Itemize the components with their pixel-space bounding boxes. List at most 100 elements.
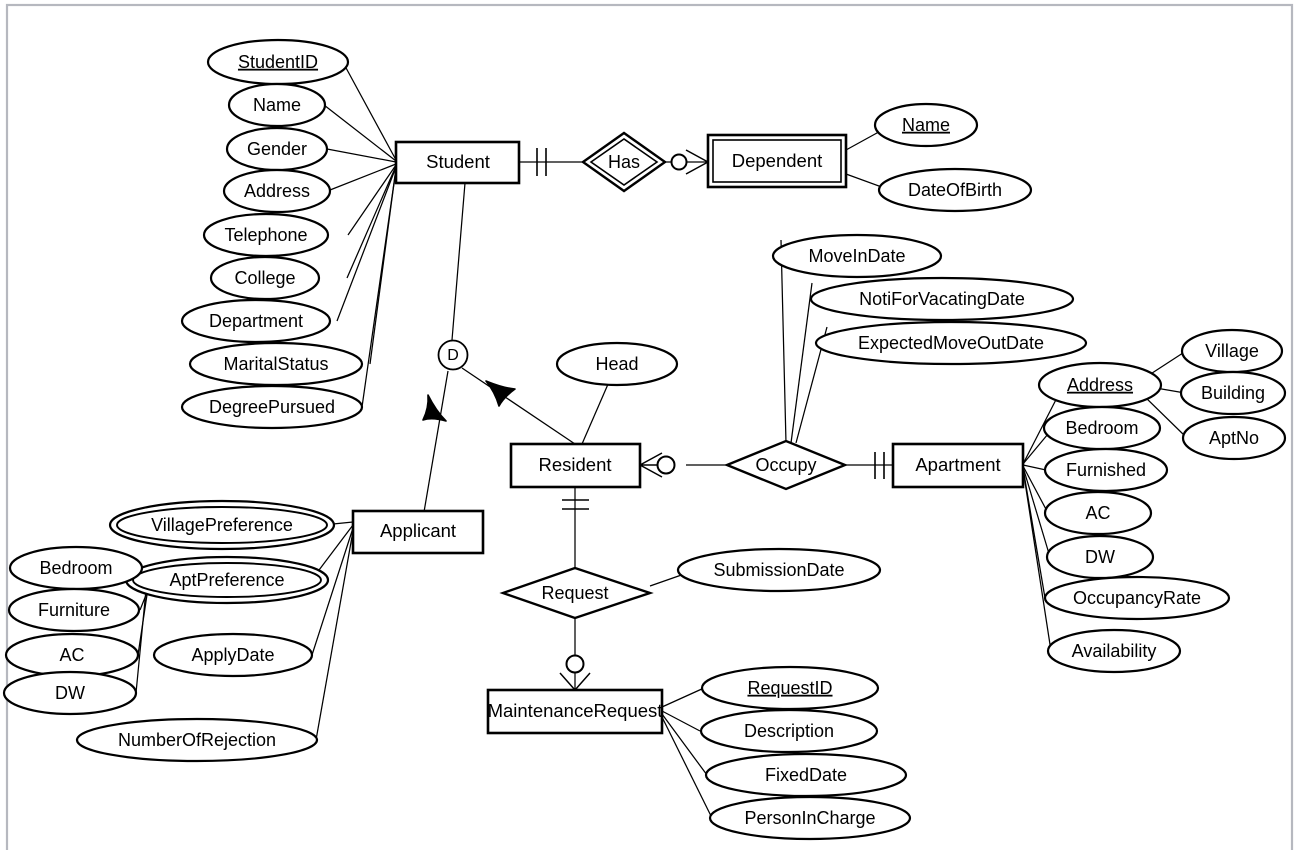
- attribute-aptpref-dw-label: DW: [55, 683, 85, 703]
- edge-student-studentid: [344, 65, 397, 161]
- attribute-aptpref-dw[interactable]: DW: [2, 670, 138, 716]
- attribute-mr-fixeddate[interactable]: FixedDate: [704, 752, 908, 798]
- relationship-occupy[interactable]: Occupy: [723, 439, 849, 491]
- attribute-applicant-applydate-label: ApplyDate: [191, 645, 274, 665]
- attribute-apartment-occupancyrate-label: OccupancyRate: [1073, 588, 1201, 608]
- edge-student-disjoint: [451, 182, 466, 341]
- attribute-mr-fixeddate-label: FixedDate: [765, 765, 847, 785]
- attribute-apartment-availability[interactable]: Availability: [1046, 628, 1182, 674]
- entity-apartment[interactable]: Apartment: [891, 442, 1025, 489]
- subtype-arrow-resident: [485, 380, 516, 407]
- attribute-request-submissiondate-label: SubmissionDate: [713, 560, 844, 580]
- attribute-dependent-name[interactable]: Name: [873, 102, 979, 148]
- attribute-apartment-ac[interactable]: AC: [1043, 490, 1153, 536]
- attribute-address-village-label: Village: [1205, 341, 1259, 361]
- attribute-apartment-dw[interactable]: DW: [1045, 534, 1155, 580]
- attribute-apartment-address-label: Address: [1067, 375, 1133, 395]
- attribute-occupy-expectedmoveoutdate-label: ExpectedMoveOutDate: [858, 333, 1044, 353]
- entity-dependent[interactable]: Dependent: [706, 133, 848, 189]
- attribute-aptpref-ac[interactable]: AC: [4, 632, 140, 678]
- edge-mr-requestid: [661, 687, 705, 708]
- attribute-apartment-availability-label: Availability: [1072, 641, 1157, 661]
- attribute-request-submissiondate[interactable]: SubmissionDate: [676, 547, 882, 593]
- attribute-aptpref-furniture-label: Furniture: [38, 600, 110, 620]
- relationship-request-label: Request: [541, 583, 608, 603]
- attribute-student-degreepursued[interactable]: DegreePursued: [180, 384, 364, 430]
- attribute-aptpref-ac-label: AC: [59, 645, 84, 665]
- edge-occupy-moveindate: [780, 239, 787, 444]
- edge-student-address: [329, 163, 397, 191]
- attribute-aptpref-furniture[interactable]: Furniture: [7, 587, 141, 633]
- edge-disjoint-resident: [461, 367, 576, 445]
- attribute-applicant-numberofrejection-label: NumberOfRejection: [118, 730, 276, 750]
- entity-applicant-label: Applicant: [380, 520, 456, 541]
- attribute-applicant-numberofrejection[interactable]: NumberOfRejection: [75, 717, 319, 763]
- attribute-apartment-bedroom[interactable]: Bedroom: [1042, 405, 1162, 451]
- attribute-student-address-label: Address: [244, 181, 310, 201]
- attribute-address-building-label: Building: [1201, 383, 1265, 403]
- attribute-student-gender[interactable]: Gender: [225, 126, 329, 172]
- attribute-apartment-dw-label: DW: [1085, 547, 1115, 567]
- attribute-student-name[interactable]: Name: [227, 82, 327, 128]
- edge-student-name: [323, 104, 397, 162]
- relationship-occupy-label: Occupy: [755, 455, 816, 475]
- entity-maintenancerequest[interactable]: MaintenanceRequest: [486, 688, 664, 735]
- edge-student-department: [336, 166, 397, 322]
- attribute-student-gender-label: Gender: [247, 139, 307, 159]
- attribute-occupy-moveindate-label: MoveInDate: [808, 246, 905, 266]
- relationship-has[interactable]: Has: [580, 131, 668, 193]
- attribute-student-address[interactable]: Address: [222, 168, 332, 214]
- attribute-student-department-label: Department: [209, 311, 303, 331]
- attribute-student-department[interactable]: Department: [180, 298, 332, 344]
- attribute-applicant-applydate[interactable]: ApplyDate: [152, 632, 314, 678]
- edge-applicant-applydate: [311, 527, 354, 656]
- entity-student[interactable]: Student: [394, 140, 521, 185]
- attribute-student-degreepursued-label: DegreePursued: [209, 397, 335, 417]
- attribute-student-telephone[interactable]: Telephone: [202, 212, 330, 258]
- attribute-apartment-address[interactable]: Address: [1037, 361, 1163, 409]
- attribute-apartment-furnished[interactable]: Furnished: [1043, 447, 1169, 493]
- attribute-student-name-label: Name: [253, 95, 301, 115]
- attribute-occupy-moveindate[interactable]: MoveInDate: [771, 233, 943, 279]
- attribute-student-college-label: College: [234, 268, 295, 288]
- er-diagram-canvas: D Student Dependent Applicant Resident A…: [0, 0, 1306, 850]
- attribute-aptpref-bedroom[interactable]: Bedroom: [8, 545, 144, 591]
- optional-circle-dependent: [670, 153, 688, 171]
- attribute-mr-personincharge-label: PersonInCharge: [744, 808, 875, 828]
- attribute-occupy-notiforvacatingdate-label: NotiForVacatingDate: [859, 289, 1025, 309]
- attribute-address-building[interactable]: Building: [1179, 370, 1287, 416]
- attribute-dependent-dateofbirth[interactable]: DateOfBirth: [877, 167, 1033, 213]
- attribute-apartment-bedroom-label: Bedroom: [1065, 418, 1138, 438]
- attribute-aptpref-bedroom-label: Bedroom: [39, 558, 112, 578]
- er-diagram-svg: D Student Dependent Applicant Resident A…: [2, 3, 1294, 850]
- entity-dependent-label: Dependent: [732, 150, 823, 171]
- attribute-occupy-expectedmoveoutdate[interactable]: ExpectedMoveOutDate: [814, 320, 1088, 366]
- attribute-applicant-villagepreference-label: VillagePreference: [151, 515, 293, 535]
- attribute-resident-head-label: Head: [595, 354, 638, 374]
- attribute-student-maritalstatus[interactable]: MaritalStatus: [188, 341, 364, 387]
- attribute-applicant-aptpreference[interactable]: AptPreference: [124, 555, 330, 605]
- attribute-student-college[interactable]: College: [209, 255, 321, 301]
- relationship-request[interactable]: Request: [499, 566, 654, 620]
- attribute-mr-requestid[interactable]: RequestID: [700, 665, 880, 711]
- attribute-applicant-villagepreference[interactable]: VillagePreference: [108, 499, 336, 551]
- attribute-student-studentid[interactable]: StudentID: [206, 38, 350, 86]
- attribute-mr-description[interactable]: Description: [699, 708, 879, 754]
- attribute-applicant-aptpreference-label: AptPreference: [169, 570, 284, 590]
- disjoint-label: D: [447, 347, 459, 364]
- entity-resident[interactable]: Resident: [509, 442, 642, 489]
- entity-apartment-label: Apartment: [915, 454, 1000, 475]
- attribute-mr-personincharge[interactable]: PersonInCharge: [708, 795, 912, 841]
- attribute-occupy-notiforvacatingdate[interactable]: NotiForVacatingDate: [809, 276, 1075, 322]
- attribute-address-aptno[interactable]: AptNo: [1181, 415, 1287, 461]
- attribute-apartment-occupancyrate[interactable]: OccupancyRate: [1043, 575, 1231, 621]
- entity-applicant[interactable]: Applicant: [351, 509, 485, 555]
- attribute-address-village[interactable]: Village: [1180, 328, 1284, 374]
- entity-resident-label: Resident: [538, 454, 611, 475]
- edge-apartment-furnished: [1022, 464, 1047, 471]
- attribute-resident-head[interactable]: Head: [555, 341, 679, 387]
- relationship-has-label: Has: [608, 152, 640, 172]
- edge-applicant-numberofrejection: [315, 530, 354, 741]
- optional-circle-resident: [656, 455, 676, 475]
- attribute-apartment-ac-label: AC: [1085, 503, 1110, 523]
